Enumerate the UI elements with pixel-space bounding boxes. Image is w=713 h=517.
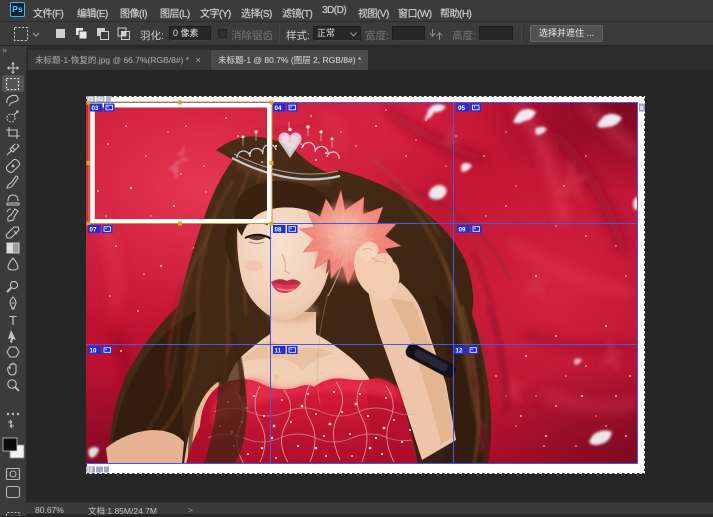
svg-text:12: 12: [456, 348, 463, 355]
svg-text:02: 02: [98, 97, 104, 103]
svg-text:05: 05: [458, 105, 465, 112]
svg-text:13: 13: [87, 468, 93, 474]
svg-text:07: 07: [90, 227, 97, 234]
svg-text:01: 01: [88, 97, 94, 103]
svg-text:11: 11: [275, 348, 282, 355]
svg-text:09: 09: [459, 227, 466, 234]
svg-text:10: 10: [90, 348, 97, 355]
svg-text:08: 08: [275, 227, 282, 234]
svg-text:03: 03: [92, 105, 99, 112]
svg-text:04: 04: [275, 105, 282, 112]
svg-text:T: T: [9, 313, 17, 328]
svg-text:6: 6: [640, 105, 644, 112]
